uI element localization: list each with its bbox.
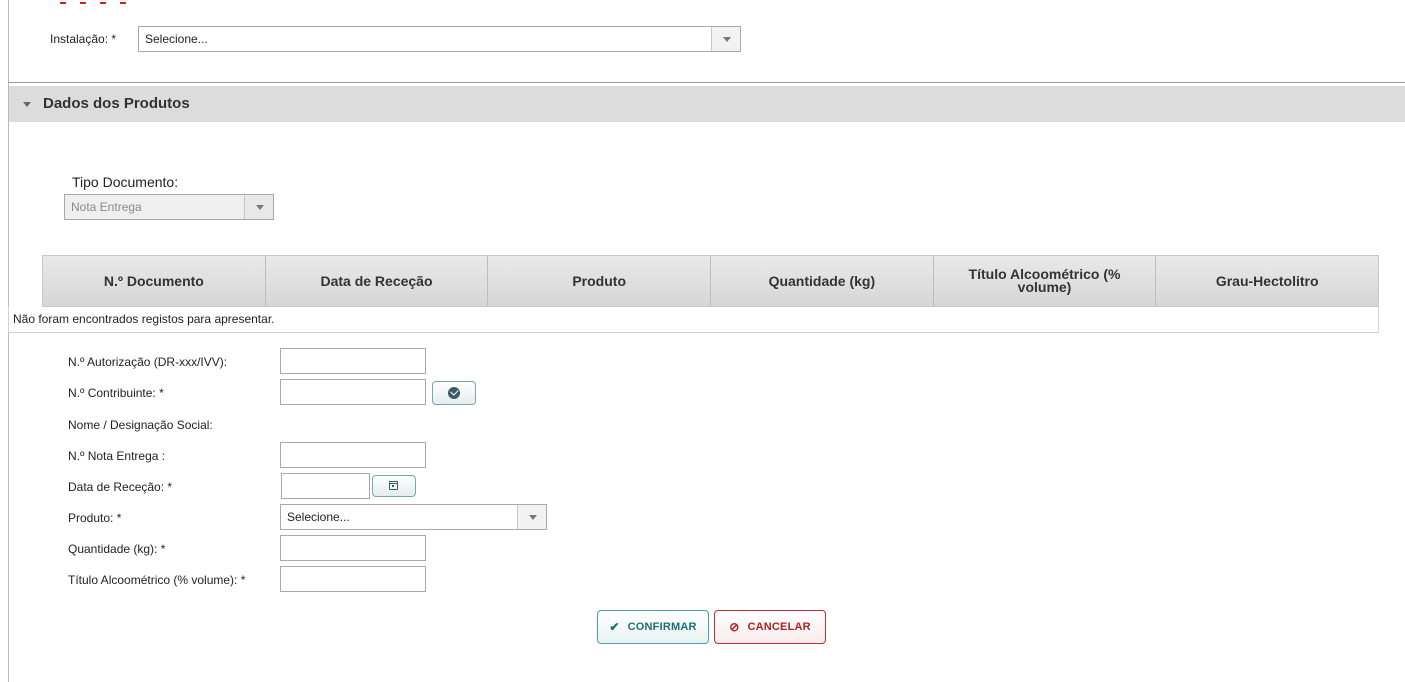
cancel-button-label: CANCELAR	[747, 621, 811, 633]
quantity-input[interactable]	[280, 535, 426, 561]
quantity-label: Quantidade (kg): *	[68, 542, 166, 556]
alcohol-input[interactable]	[280, 566, 426, 592]
chevron-down-icon[interactable]	[711, 27, 740, 51]
column-header-quantity[interactable]: Quantidade (kg)	[711, 256, 934, 306]
document-type-select: Nota Entrega	[64, 194, 274, 220]
reception-date-label: Data de Receção: *	[68, 480, 173, 494]
chevron-down-icon[interactable]	[517, 505, 546, 529]
check-icon: ✔	[609, 620, 620, 634]
ban-icon: ⊘	[729, 620, 740, 634]
section-title: Dados dos Produtos	[43, 95, 190, 112]
taxpayer-label: N.º Contribuinte: *	[68, 386, 164, 400]
table-empty-message: Não foram encontrados registos para apre…	[8, 306, 1379, 333]
section-divider	[8, 82, 1405, 83]
product-label: Produto: *	[68, 511, 122, 525]
delivery-note-label: N.º Nota Entrega :	[68, 449, 166, 463]
column-header-alcohol-content[interactable]: Título Alcoométrico (% volume)	[934, 256, 1157, 306]
calendar-button[interactable]	[372, 475, 416, 497]
delivery-note-input[interactable]	[280, 442, 426, 468]
product-select[interactable]: Selecione...	[280, 504, 547, 530]
documents-table: N.º Documento Data de Receção Produto Qu…	[42, 255, 1379, 307]
check-circle-icon	[448, 387, 460, 399]
column-header-degree-hectoliter[interactable]: Grau-Hectolitro	[1156, 256, 1378, 306]
authorization-label: N.º Autorização (DR-xxx/IVV):	[68, 355, 228, 369]
clipped-text-fragment	[60, 0, 200, 5]
installation-select[interactable]: Selecione...	[138, 26, 741, 52]
cancel-button[interactable]: ⊘ CANCELAR	[714, 610, 826, 644]
name-label: Nome / Designação Social:	[68, 418, 213, 432]
column-header-document-number[interactable]: N.º Documento	[43, 256, 266, 306]
calendar-icon	[389, 481, 398, 490]
confirm-button[interactable]: ✔ CONFIRMAR	[597, 610, 709, 644]
confirm-button-label: CONFIRMAR	[627, 621, 697, 633]
alcohol-label: Título Alcoométrico (% volume): *	[68, 573, 246, 587]
document-type-label: Tipo Documento:	[72, 174, 179, 190]
product-select-value: Selecione...	[287, 510, 350, 524]
triangle-down-icon[interactable]	[23, 102, 31, 107]
authorization-input[interactable]	[280, 348, 426, 374]
section-header[interactable]: Dados dos Produtos	[9, 86, 1405, 122]
validate-taxpayer-button[interactable]	[432, 381, 476, 405]
column-header-product[interactable]: Produto	[488, 256, 712, 306]
reception-date-input[interactable]	[281, 473, 370, 499]
chevron-down-icon	[244, 195, 273, 219]
document-type-value: Nota Entrega	[71, 200, 142, 214]
column-header-reception-date[interactable]: Data de Receção	[266, 256, 489, 306]
installation-label: Instalação: *	[50, 32, 117, 46]
installation-select-value: Selecione...	[145, 32, 208, 46]
table-header: N.º Documento Data de Receção Produto Qu…	[43, 256, 1378, 306]
taxpayer-input[interactable]	[280, 379, 426, 405]
